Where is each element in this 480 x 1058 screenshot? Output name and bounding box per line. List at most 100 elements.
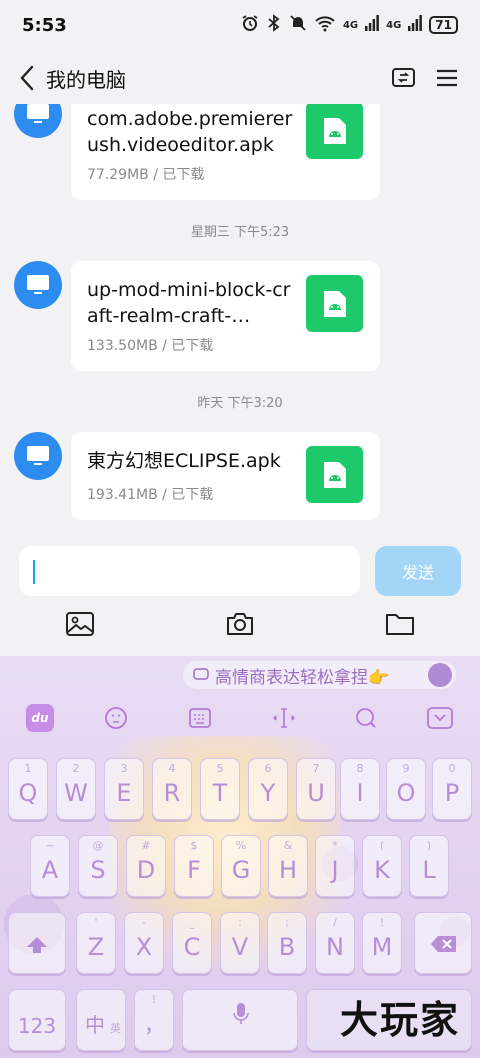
keyboard-toolbar: du: [0, 700, 480, 736]
send-button[interactable]: 发送: [375, 546, 461, 596]
apk-file-icon: [306, 275, 363, 332]
key-sub: ~: [45, 839, 55, 852]
numbers-key[interactable]: 123: [8, 989, 66, 1051]
backspace-key[interactable]: [414, 912, 472, 974]
camera-icon: [227, 613, 253, 635]
key[interactable]: / N: [315, 912, 355, 974]
key-label: Q: [18, 779, 38, 807]
signal-2-label: 4G: [386, 19, 402, 31]
key-sub: 2: [72, 762, 80, 775]
text-caret: [33, 560, 35, 584]
key[interactable]: _ C: [172, 912, 212, 974]
key[interactable]: ! M: [362, 912, 402, 974]
language-key[interactable]: 中 英: [76, 989, 126, 1051]
image-button[interactable]: [64, 608, 96, 640]
key-sub: 9: [402, 762, 410, 775]
key-sub: $: [190, 839, 198, 852]
key-sub: /: [333, 916, 337, 929]
key-label: K: [374, 856, 390, 884]
key-label: F: [187, 856, 201, 884]
key[interactable]: 8I: [340, 758, 380, 820]
key[interactable]: 6Y: [248, 758, 288, 820]
key[interactable]: 2W: [56, 758, 96, 820]
back-button[interactable]: [12, 62, 42, 94]
key[interactable]: 4R: [152, 758, 192, 820]
key[interactable]: * J: [315, 835, 355, 897]
key[interactable]: -X: [124, 912, 164, 974]
wifi-icon: [314, 14, 336, 36]
key[interactable]: % G: [221, 835, 261, 897]
monitor-icon: [27, 275, 49, 294]
file-status: 已下载: [162, 167, 205, 183]
key-label: I: [356, 779, 364, 807]
key[interactable]: (K: [362, 835, 402, 897]
menu-button[interactable]: [430, 62, 464, 94]
folder-button[interactable]: [384, 608, 416, 640]
key[interactable]: $ F: [174, 835, 214, 897]
file-bubble[interactable]: up-mod-mini-block-craft-realm-craft-… 13…: [71, 261, 380, 371]
keyboard: 高情商表达轻松拿捏👉 du 1Q 2W 3E 4R 5T 6Y 7U 8I 9O…: [0, 656, 480, 1058]
key-label: S: [90, 856, 106, 884]
key[interactable]: 7U: [296, 758, 336, 820]
key[interactable]: & H: [268, 835, 308, 897]
file-bubble[interactable]: com.adobe.premiererush.videoeditor.apk 7…: [71, 104, 380, 200]
camera-button[interactable]: [224, 608, 256, 640]
key-label: N: [326, 933, 344, 961]
cursor-move-button[interactable]: [270, 704, 298, 732]
file-size: 133.50MB: [87, 338, 158, 354]
key[interactable]: ) L: [409, 835, 449, 897]
screen-transfer-icon: [392, 68, 415, 87]
key-sub: ': [94, 916, 98, 929]
punctuation-key[interactable]: ! ，: [134, 989, 174, 1051]
key[interactable]: # D: [126, 835, 166, 897]
key[interactable]: 3E: [104, 758, 144, 820]
shift-key[interactable]: [8, 912, 66, 974]
file-bubble[interactable]: 東方幻想ECLIPSE.apk 193.41MB / 已下载: [71, 432, 380, 520]
apk-file-icon: [306, 104, 363, 159]
key[interactable]: :V: [220, 912, 260, 974]
key[interactable]: 9O: [386, 758, 426, 820]
computer-avatar: [14, 261, 62, 309]
key[interactable]: ; B: [267, 912, 307, 974]
key-label: Y: [260, 779, 276, 807]
suggestion-text: 高情商表达轻松拿捏👉: [215, 667, 390, 688]
file-status: 已下载: [171, 338, 214, 354]
signal-1-icon: [365, 15, 380, 35]
message-input[interactable]: [19, 546, 360, 596]
status-icons: 4G 4G 71: [241, 14, 458, 36]
key[interactable]: ' Z: [76, 912, 116, 974]
key-label: O: [396, 779, 416, 807]
signal-2-icon: [408, 15, 423, 35]
key-label: W: [64, 779, 88, 807]
key[interactable]: 0P: [432, 758, 472, 820]
shift-icon: [27, 937, 47, 953]
chat-list[interactable]: com.adobe.premiererush.videoeditor.apk 7…: [0, 104, 480, 534]
suggestion-avatar: [428, 663, 452, 687]
file-size: 77.29MB: [87, 167, 149, 183]
file-name: 東方幻想ECLIPSE.apk: [87, 450, 281, 472]
space-key[interactable]: [182, 989, 298, 1051]
key[interactable]: 1Q: [8, 758, 48, 820]
battery-indicator: 71: [429, 16, 458, 34]
hide-keyboard-button[interactable]: [426, 704, 454, 732]
key-sub: ): [426, 839, 432, 852]
keyboard-layout-button[interactable]: [186, 704, 214, 732]
input-area: 发送: [0, 538, 480, 656]
key-sub: 6: [264, 762, 272, 775]
key-sub: *: [332, 839, 338, 852]
key-sub: #: [141, 839, 151, 852]
search-icon: [356, 708, 376, 728]
key-sub: -: [142, 916, 146, 929]
keyboard-logo-button[interactable]: du: [26, 704, 54, 732]
key-sub: 4: [168, 762, 176, 775]
key[interactable]: 5T: [200, 758, 240, 820]
file-meta: 133.50MB / 已下载: [87, 338, 214, 354]
file-meta: 193.41MB / 已下载: [87, 487, 214, 503]
key[interactable]: ~ A: [30, 835, 70, 897]
screen-share-button[interactable]: [387, 62, 421, 94]
search-button[interactable]: [352, 704, 380, 732]
suggestion-banner[interactable]: 高情商表达轻松拿捏👉: [183, 661, 456, 689]
key-sub: 3: [120, 762, 128, 775]
key[interactable]: @ S: [78, 835, 118, 897]
emoji-button[interactable]: [102, 704, 130, 732]
